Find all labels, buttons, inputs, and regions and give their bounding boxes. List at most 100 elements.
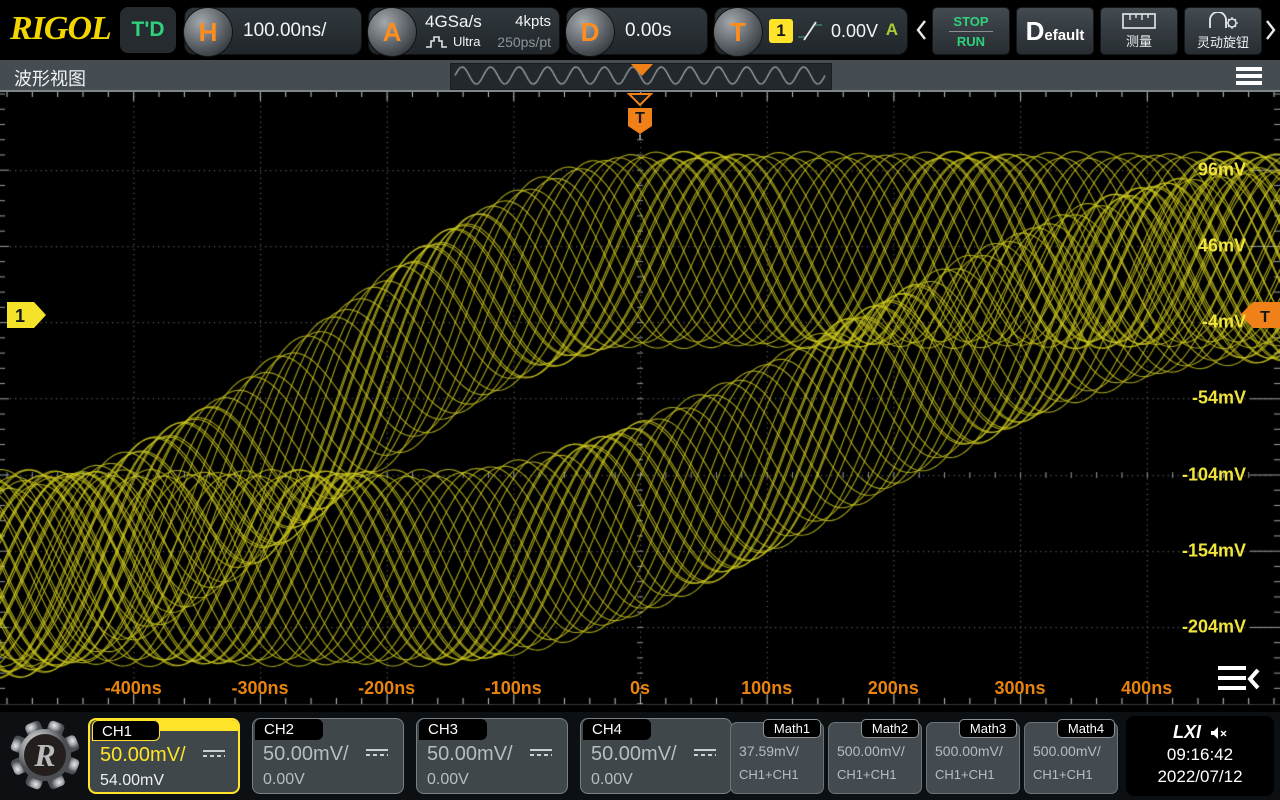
x-axis-label: 0s bbox=[630, 678, 650, 699]
system-status-block[interactable]: LXI 09:16:42 2022/07/12 bbox=[1126, 716, 1274, 796]
y-axis-label: 96mV bbox=[1198, 160, 1246, 181]
y-axis-label: -54mV bbox=[1192, 388, 1246, 409]
math-tab[interactable]: Math1 bbox=[763, 719, 821, 738]
chevron-left-icon[interactable] bbox=[914, 18, 928, 42]
trigger-sweep-mode: A bbox=[886, 20, 898, 40]
timeline-trigger-position-icon[interactable] bbox=[631, 64, 653, 76]
math-tab[interactable]: Math4 bbox=[1057, 719, 1115, 738]
math-tab[interactable]: Math2 bbox=[861, 719, 919, 738]
trigger-level-marker[interactable]: T bbox=[1240, 301, 1280, 329]
channel-scale: 50.00mV/ bbox=[427, 743, 513, 766]
system-time: 09:16:42 bbox=[1126, 745, 1274, 765]
speaker-mute-icon bbox=[1210, 726, 1227, 740]
channel-card-ch2[interactable]: CH2 50.00mV/0.00V bbox=[252, 718, 404, 794]
active-channel-strip bbox=[156, 720, 238, 731]
y-axis-label: -154mV bbox=[1182, 541, 1246, 562]
trigger-source-badge: 1 bbox=[769, 19, 793, 43]
waveform-canvas[interactable] bbox=[0, 92, 1280, 712]
channel1-position-marker[interactable]: 1 bbox=[6, 301, 48, 329]
run-label: RUN bbox=[949, 34, 993, 49]
default-label: Default bbox=[1026, 16, 1085, 47]
stop-run-button[interactable]: STOP RUN bbox=[932, 7, 1010, 55]
x-axis-label: -100ns bbox=[485, 678, 542, 699]
knob-icon bbox=[1206, 12, 1240, 30]
channel-tab[interactable]: CH2 bbox=[255, 719, 323, 740]
math-card-math4[interactable]: Math4500.00mV/CH1+CH1 bbox=[1024, 722, 1118, 794]
waveform-view-header: 波形视图 bbox=[0, 60, 1280, 92]
math-scale: 37.59mV/ bbox=[739, 743, 799, 759]
x-axis-label: 300ns bbox=[994, 678, 1045, 699]
horizontal-settings-button[interactable]: H 100.00ns/ bbox=[184, 7, 362, 55]
acquisition-settings-button[interactable]: A 4GSa/s 4kpts Ultra 250ps/pt bbox=[368, 7, 560, 55]
y-axis-label: -204mV bbox=[1182, 617, 1246, 638]
acquisition-badge[interactable]: A bbox=[367, 7, 417, 57]
channel-tab[interactable]: CH4 bbox=[583, 719, 651, 740]
timebase-value: 100.00ns/ bbox=[243, 8, 326, 54]
channel-offset: 0.00V bbox=[427, 771, 469, 789]
trigger-status-button[interactable]: T'D bbox=[120, 7, 176, 53]
delay-value: 0.00s bbox=[625, 8, 671, 54]
x-axis-label: -200ns bbox=[358, 678, 415, 699]
channel-status-bar: R CH150.00mV/54.00mVCH250.00mV/0.00VCH35… bbox=[0, 712, 1280, 800]
system-date: 2022/07/12 bbox=[1126, 767, 1274, 787]
channel-tab[interactable]: CH3 bbox=[419, 719, 487, 740]
math-scale: 500.00mV/ bbox=[837, 743, 905, 759]
trigger-flag-label: T bbox=[635, 110, 645, 127]
waveform-display[interactable]: T 1 T 96mV46mV-4mV-54mV-104mV-154mV-204m… bbox=[0, 92, 1280, 712]
rigol-gear-logo[interactable]: R bbox=[8, 718, 82, 792]
delay-badge[interactable]: D bbox=[565, 7, 615, 57]
flex-knob-button[interactable]: 灵动旋钮 bbox=[1184, 7, 1262, 55]
math-expression: CH1+CH1 bbox=[739, 767, 799, 782]
acquire-mode: Ultra bbox=[453, 34, 480, 49]
dc-coupling-icon bbox=[366, 749, 388, 756]
sample-resolution: 250ps/pt bbox=[497, 34, 551, 50]
channel-card-ch3[interactable]: CH3 50.00mV/0.00V bbox=[416, 718, 568, 794]
channel1-marker-label: 1 bbox=[15, 306, 25, 326]
channel-offset: 0.00V bbox=[263, 771, 305, 789]
channel-tab[interactable]: CH1 bbox=[92, 720, 160, 741]
trigger-settings-button[interactable]: T 1 0.00V A bbox=[714, 7, 908, 55]
stop-label: STOP bbox=[949, 14, 993, 29]
menu-icon[interactable] bbox=[1236, 67, 1262, 85]
x-axis-label: 100ns bbox=[741, 678, 792, 699]
measure-label: 测量 bbox=[1126, 31, 1152, 50]
dc-coupling-icon bbox=[203, 750, 225, 757]
oscilloscope-screen: RIGOL T'D H 100.00ns/ A 4GSa/s 4kpts Ult… bbox=[0, 0, 1280, 800]
channel-card-ch4[interactable]: CH450.00mV/0.00V bbox=[580, 718, 732, 794]
top-status-bar: RIGOL T'D H 100.00ns/ A 4GSa/s 4kpts Ult… bbox=[0, 0, 1280, 60]
collapse-menu-icon[interactable] bbox=[1216, 664, 1260, 694]
math-card-math2[interactable]: Math2 500.00mV/CH1+CH1 bbox=[828, 722, 922, 794]
math-scale: 500.00mV/ bbox=[1033, 743, 1101, 759]
svg-text:R: R bbox=[33, 737, 55, 773]
math-card-math1[interactable]: Math1 37.59mV/CH1+CH1 bbox=[730, 722, 824, 794]
timeline-overview[interactable] bbox=[450, 63, 832, 90]
channel-scale: 50.00mV/ bbox=[591, 743, 677, 766]
channel-card-ch1[interactable]: CH150.00mV/54.00mV bbox=[88, 718, 240, 794]
channel-scale: 50.00mV/ bbox=[263, 743, 349, 766]
x-axis-label: 400ns bbox=[1121, 678, 1172, 699]
math-scale: 500.00mV/ bbox=[935, 743, 1003, 759]
sample-rate: 4GSa/s bbox=[425, 12, 482, 32]
x-axis-label: 200ns bbox=[868, 678, 919, 699]
ultra-acquire-icon bbox=[425, 34, 451, 49]
dc-coupling-icon bbox=[530, 749, 552, 756]
math-card-math3[interactable]: Math3 500.00mV/CH1+CH1 bbox=[926, 722, 1020, 794]
dc-coupling-icon bbox=[694, 749, 716, 756]
horizontal-badge[interactable]: H bbox=[183, 7, 233, 57]
math-expression: CH1+CH1 bbox=[837, 767, 897, 782]
flex-knob-label: 灵动旋钮 bbox=[1197, 32, 1249, 51]
measure-button[interactable]: 测量 bbox=[1100, 7, 1178, 55]
ruler-icon bbox=[1122, 13, 1156, 29]
delay-settings-button[interactable]: D 0.00s bbox=[566, 7, 708, 55]
trigger-badge[interactable]: T bbox=[713, 7, 763, 57]
default-button[interactable]: Default bbox=[1016, 7, 1094, 55]
y-axis-label: -104mV bbox=[1182, 465, 1246, 486]
x-axis-label: -300ns bbox=[231, 678, 288, 699]
trigger-position-marker[interactable]: T bbox=[626, 92, 654, 142]
chevron-right-icon[interactable] bbox=[1264, 18, 1278, 42]
channel-scale: 50.00mV/ bbox=[100, 744, 186, 767]
math-tab[interactable]: Math3 bbox=[959, 719, 1017, 738]
math-expression: CH1+CH1 bbox=[935, 767, 995, 782]
trigger-level-value: 0.00V bbox=[831, 8, 878, 54]
rigol-logo: RIGOL bbox=[10, 10, 111, 48]
